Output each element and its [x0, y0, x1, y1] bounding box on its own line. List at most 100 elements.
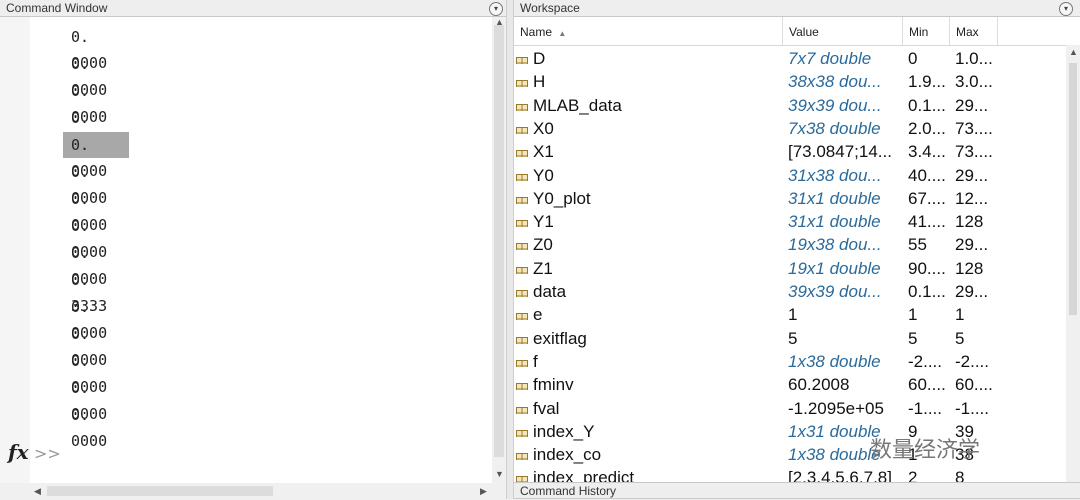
variable-name: exitflag	[533, 328, 587, 348]
variable-max: 12...	[955, 188, 989, 208]
workspace-row[interactable]: index_co 1x38 double 1 38	[514, 443, 1066, 466]
command-window-menu-icon[interactable]: ▾	[489, 2, 503, 16]
sort-ascending-icon: ▲	[558, 29, 567, 38]
variable-min: 0	[908, 49, 918, 68]
column-header-name-label: Name	[520, 25, 553, 39]
scroll-right-icon[interactable]: ▶	[480, 486, 487, 497]
workspace-row[interactable]: index_predict [2,3,4,5,6,7,8] 2 8	[514, 466, 1066, 482]
variable-max: 60....	[955, 375, 993, 395]
variable-max: 29...	[955, 235, 989, 255]
variable-name: Y0	[533, 165, 554, 185]
variable-min: 60....	[908, 375, 946, 395]
variable-max: 73....	[955, 142, 993, 162]
variable-max: 1.0...	[955, 49, 993, 68]
variable-min: -1....	[908, 398, 943, 418]
matrix-grid-icon	[516, 215, 528, 228]
variable-min: 55	[908, 235, 927, 255]
command-output-line: 0. 0000	[71, 298, 108, 342]
variable-name: MLAB_data	[533, 95, 622, 115]
variable-name: e	[533, 305, 543, 325]
workspace-row[interactable]: Z0 19x38 dou... 55 29...	[514, 233, 1066, 256]
variable-name: f	[533, 351, 538, 371]
command-output-line: 0. 0000	[71, 379, 108, 423]
workspace-row[interactable]: fminv 60.2008 60.... 60....	[514, 373, 1066, 396]
workspace-row[interactable]: X0 7x38 double 2.0... 73....	[514, 117, 1066, 140]
variable-min: 41....	[908, 212, 946, 232]
variable-name: Y1	[533, 212, 554, 232]
variable-name: index_predict	[533, 468, 635, 482]
variable-value: -1.2095e+05	[788, 398, 884, 418]
variable-value: 31x1 double	[788, 212, 881, 232]
column-header-max[interactable]: Max	[950, 17, 998, 45]
column-header-min[interactable]: Min	[903, 17, 950, 45]
command-window-horizontal-thumb[interactable]	[47, 486, 273, 496]
scroll-down-icon[interactable]: ▼	[495, 469, 504, 479]
workspace-row[interactable]: Y0_plot 31x1 double 67.... 12...	[514, 187, 1066, 210]
variable-value: 1	[788, 305, 798, 325]
workspace-panel: Name ▲ Value Min Max D 7x7 double 0 1.0... H…	[514, 17, 1080, 482]
watermark-text: 数量经济学	[870, 438, 981, 463]
scroll-left-icon[interactable]: ◀	[34, 486, 41, 497]
fx-icon[interactable]: fx	[8, 440, 29, 464]
variable-min: 3.4...	[908, 142, 946, 162]
workspace-row[interactable]: e 1 1 1	[514, 303, 1066, 326]
variable-value: 19x1 double	[788, 258, 881, 278]
command-window-titlebar: Command Window ▾	[0, 0, 506, 17]
variable-value: 31x1 double	[788, 188, 881, 208]
variable-max: -1....	[955, 398, 990, 418]
command-window-vertical-thumb[interactable]	[494, 25, 504, 457]
workspace-row[interactable]: Z1 19x1 double 90.... 128	[514, 257, 1066, 280]
variable-min: 2	[908, 468, 918, 482]
matrix-grid-icon	[516, 308, 528, 321]
variable-max: 29...	[955, 95, 989, 115]
matrix-grid-icon	[516, 332, 528, 344]
workspace-row[interactable]: Y1 31x1 double 41.... 128	[514, 210, 1066, 233]
variable-value: 60.2008	[788, 375, 850, 395]
matrix-grid-icon	[516, 52, 528, 64]
column-header-value[interactable]: Value	[783, 17, 903, 45]
command-output-line: 0. 0000	[71, 109, 107, 153]
scroll-up-icon[interactable]: ▲	[1069, 47, 1078, 57]
matrix-grid-icon	[516, 238, 528, 251]
workspace-row[interactable]: index_Y 1x31 double 9 39	[514, 420, 1066, 443]
variable-value: 7x38 double	[788, 118, 881, 138]
command-output-line: 0. 0000	[71, 55, 108, 99]
variable-min: 0.1...	[908, 282, 946, 301]
variable-min: 40....	[908, 165, 946, 185]
variable-max: 29...	[955, 165, 989, 185]
workspace-row[interactable]: fval -1.2095e+05 -1.... -1....	[514, 397, 1066, 420]
command-window[interactable]: 0. 00000. 00000. 00000. 00000. 00000. 00…	[0, 17, 506, 483]
workspace-row[interactable]: f 1x38 double -2.... -2....	[514, 350, 1066, 373]
variable-max: 128	[955, 212, 984, 232]
workspace-row[interactable]: D 7x7 double 0 1.0...	[514, 47, 1066, 70]
column-header-name[interactable]: Name ▲	[514, 17, 783, 45]
workspace-vertical-thumb[interactable]	[1069, 63, 1077, 315]
variable-value: 31x38 dou...	[788, 165, 882, 185]
command-history-titlebar[interactable]: Command History	[514, 482, 1080, 499]
workspace-menu-icon[interactable]: ▾	[1059, 2, 1073, 16]
variable-name: fval	[533, 398, 560, 418]
command-output-line: 0. 3333	[71, 271, 108, 315]
variable-max: 29...	[955, 282, 989, 301]
command-output-line: 0. 0000	[71, 217, 108, 261]
matrix-grid-icon	[516, 355, 528, 367]
variable-name: Z0	[533, 235, 553, 255]
matrix-grid-icon	[516, 471, 528, 482]
workspace-row[interactable]: data 39x39 dou... 0.1... 29...	[514, 280, 1066, 303]
variable-value: 38x38 dou...	[788, 72, 882, 92]
command-prompt[interactable]: >>	[34, 444, 61, 463]
workspace-row[interactable]: X1 [73.0847;14... 3.4... 73....	[514, 140, 1066, 163]
workspace-row[interactable]: Y0 31x38 dou... 40.... 29...	[514, 164, 1066, 187]
variable-min: 1.9...	[908, 72, 946, 92]
command-window-vertical-scrollbar[interactable]: ▲ ▼	[492, 17, 506, 483]
workspace-row[interactable]: MLAB_data 39x39 dou... 0.1... 29...	[514, 94, 1066, 117]
panel-divider[interactable]	[506, 0, 514, 499]
workspace-row[interactable]: H 38x38 dou... 1.9... 3.0...	[514, 70, 1066, 93]
variable-name: index_co	[533, 445, 602, 465]
command-output-line: 0. 0000	[71, 28, 108, 72]
workspace-row[interactable]: exitflag 5 5 5	[514, 327, 1066, 350]
command-window-horizontal-scrollbar[interactable]: ◀ ▶	[0, 483, 506, 499]
variable-name: X0	[533, 118, 554, 138]
workspace-vertical-scrollbar[interactable]: ▲	[1066, 45, 1080, 482]
matrix-grid-icon	[516, 378, 528, 391]
